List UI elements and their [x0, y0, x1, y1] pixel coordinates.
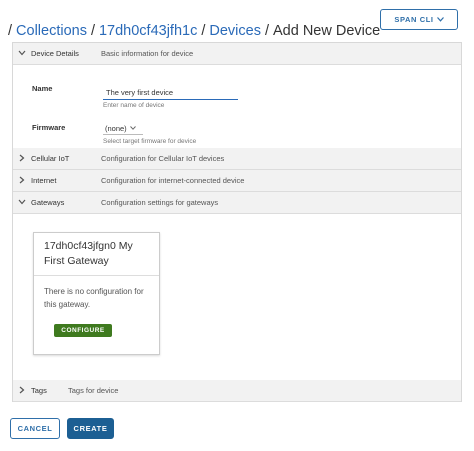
chevron-right-icon: [13, 154, 31, 164]
breadcrumb-collections-link[interactable]: Collections: [16, 23, 87, 39]
span-cli-button[interactable]: SPAN CLI: [380, 9, 458, 30]
page-title: Add New Device: [272, 23, 381, 39]
firmware-select-value: (none): [105, 124, 127, 133]
chevron-right-icon: [13, 176, 31, 186]
breadcrumb-separator: /: [90, 23, 95, 39]
section-title: Gateways: [31, 198, 65, 207]
chevron-right-icon: [13, 386, 31, 396]
cancel-button[interactable]: CANCEL: [10, 418, 60, 439]
gateway-card: 17dh0cf43jfgn0 My First Gateway There is…: [33, 232, 160, 355]
create-button[interactable]: CREATE: [67, 418, 114, 439]
device-name-input[interactable]: [103, 86, 238, 100]
card-divider: [34, 275, 159, 276]
firmware-hint: Select target firmware for device: [103, 138, 197, 145]
breadcrumb-collection-id-link[interactable]: 17dh0cf43jfh1c: [99, 23, 197, 39]
section-title: Tags: [31, 386, 47, 395]
chevron-down-icon: [129, 125, 136, 132]
chevron-down-icon: [13, 198, 31, 207]
section-title: Device Details: [31, 49, 79, 58]
breadcrumb-separator: /: [264, 23, 269, 39]
span-cli-label: SPAN CLI: [394, 15, 434, 24]
section-header-internet[interactable]: Internet Configuration for internet-conn…: [13, 170, 461, 192]
name-label: Name: [32, 84, 53, 93]
section-title: Internet: [31, 176, 57, 185]
firmware-select[interactable]: (none): [103, 123, 143, 135]
section-description: Configuration for internet-connected dev…: [101, 176, 245, 185]
section-header-device-details[interactable]: Device Details Basic information for dev…: [13, 43, 461, 65]
firmware-label: Firmware: [32, 123, 66, 132]
breadcrumb-separator: /: [8, 23, 13, 39]
section-description: Tags for device: [68, 386, 119, 395]
section-title: Cellular IoT: [31, 154, 70, 163]
section-header-gateways[interactable]: Gateways Configuration settings for gate…: [13, 192, 461, 214]
section-header-tags[interactable]: Tags Tags for device: [13, 380, 461, 402]
name-hint: Enter name of device: [103, 102, 165, 109]
section-header-cellular-iot[interactable]: Cellular IoT Configuration for Cellular …: [13, 148, 461, 170]
section-description: Basic information for device: [101, 49, 194, 58]
chevron-down-icon: [436, 15, 444, 24]
device-form-accordion: Device Details Basic information for dev…: [12, 42, 462, 402]
chevron-down-icon: [13, 49, 31, 58]
section-description: Configuration settings for gateways: [101, 198, 219, 207]
configure-button[interactable]: CONFIGURE: [54, 324, 112, 337]
breadcrumb: / Collections / 17dh0cf43jfh1c / Devices…: [8, 20, 380, 42]
gateway-card-body: There is no configuration for this gatew…: [44, 287, 144, 309]
breadcrumb-devices-link[interactable]: Devices: [209, 23, 261, 39]
breadcrumb-separator: /: [201, 23, 206, 39]
gateway-card-title: 17dh0cf43jfgn0 My First Gateway: [44, 240, 133, 267]
section-description: Configuration for Cellular IoT devices: [101, 154, 225, 163]
